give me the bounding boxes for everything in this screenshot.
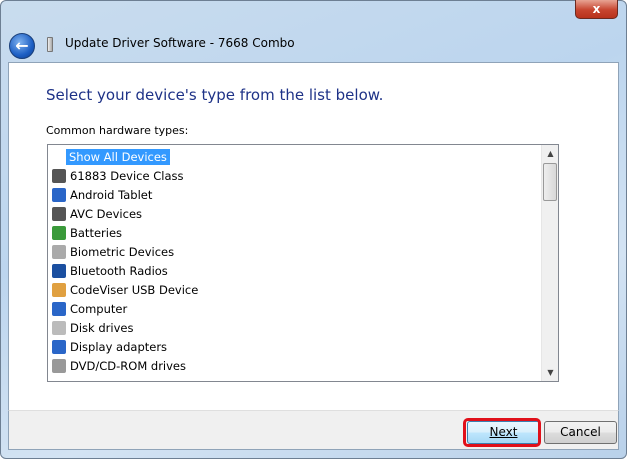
hardware-type-list[interactable]: ▲ ▼ Show All Devices 61883 Device Class An…	[47, 144, 559, 382]
device-icon	[47, 37, 53, 52]
battery-icon	[52, 225, 66, 240]
usb-plug-icon	[52, 168, 66, 183]
scroll-up-button[interactable]: ▲	[542, 145, 558, 162]
list-item[interactable]: CodeViser USB Device	[52, 280, 198, 299]
list-item[interactable]: Disk drives	[52, 318, 133, 337]
scroll-thumb[interactable]	[543, 163, 557, 201]
bluetooth-icon	[52, 263, 66, 278]
next-button-highlight	[463, 418, 541, 447]
close-button[interactable]: x	[575, 0, 618, 19]
cancel-button[interactable]: Cancel	[544, 421, 617, 444]
list-item-label: Biometric Devices	[70, 244, 175, 259]
list-item[interactable]: Display adapters	[52, 337, 167, 356]
list-item-label: Display adapters	[70, 339, 168, 354]
list-item-label: Bluetooth Radios	[70, 263, 168, 278]
page-heading: Select your device's type from the list …	[46, 86, 384, 104]
back-button[interactable]: ←	[9, 33, 35, 59]
dvd-drive-icon	[52, 358, 66, 373]
list-item[interactable]: AVC Devices	[52, 204, 142, 223]
list-item-label: 61883 Device Class	[70, 168, 184, 183]
usb-plug-icon	[52, 206, 66, 221]
list-item[interactable]: DVD/CD-ROM drives	[52, 356, 186, 375]
scroll-down-button[interactable]: ▼	[542, 364, 558, 381]
list-item-label: Android Tablet	[70, 187, 153, 202]
scrollbar[interactable]: ▲ ▼	[541, 145, 558, 381]
list-item-label: Disk drives	[70, 320, 134, 335]
list-item[interactable]: 61883 Device Class	[52, 166, 183, 185]
list-item-label: Batteries	[70, 225, 123, 240]
gear-icon	[52, 282, 66, 297]
disk-drive-icon	[52, 320, 66, 335]
list-item[interactable]: Bluetooth Radios	[52, 261, 168, 280]
window-title: Update Driver Software - 7668 Combo	[65, 36, 295, 50]
list-item-label: Computer	[70, 301, 128, 316]
list-item[interactable]: Batteries	[52, 223, 122, 242]
list-item-label: CodeViser USB Device	[70, 282, 199, 297]
monitor-icon	[52, 339, 66, 354]
list-item[interactable]: Biometric Devices	[52, 242, 174, 261]
list-item[interactable]: Show All Devices	[52, 147, 170, 166]
monitor-icon	[52, 187, 66, 202]
list-item-label: DVD/CD-ROM drives	[70, 358, 186, 373]
computer-icon	[52, 301, 66, 316]
list-item[interactable]: Android Tablet	[52, 185, 152, 204]
list-item[interactable]: Computer	[52, 299, 127, 318]
fingerprint-icon	[52, 244, 66, 259]
list-item-label: Show All Devices	[66, 148, 170, 165]
list-item-label: AVC Devices	[70, 206, 143, 221]
list-label: Common hardware types:	[46, 124, 189, 137]
